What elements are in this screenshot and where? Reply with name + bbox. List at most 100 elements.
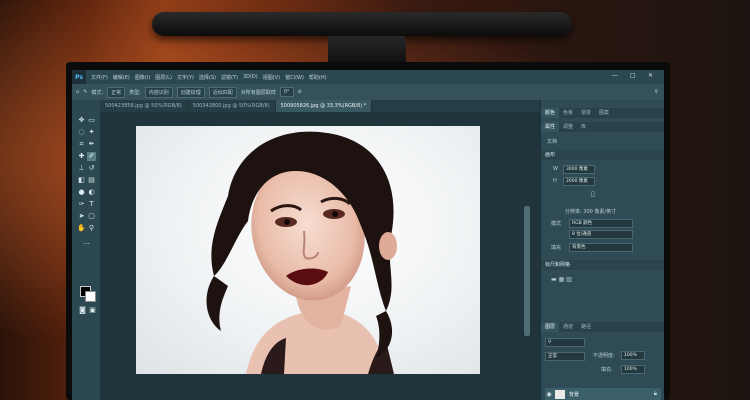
quick-mask-icon[interactable]: ◙ xyxy=(78,306,87,315)
maximize-icon[interactable]: □ xyxy=(630,72,636,79)
zoom-icon[interactable]: ⚲ xyxy=(87,224,96,233)
gradient-icon[interactable]: ▤ xyxy=(87,176,96,185)
tab-properties[interactable]: 属性 xyxy=(541,122,560,132)
fill-opacity-field[interactable]: 100% xyxy=(621,365,645,374)
tab-libraries[interactable]: 库 xyxy=(577,122,590,132)
portrait-image xyxy=(206,131,397,374)
menu-image[interactable]: 图像(I) xyxy=(135,74,150,81)
menu-file[interactable]: 文件(F) xyxy=(91,74,108,81)
brush-icon[interactable]: ✐ xyxy=(87,152,96,161)
menu-filter[interactable]: 滤镜(T) xyxy=(221,74,238,81)
sample-all-checkbox[interactable]: 对所有图层取样 xyxy=(241,89,276,96)
marquee-icon[interactable]: ▭ xyxy=(87,116,96,125)
patch-tool-icon[interactable]: ✎ xyxy=(83,89,87,95)
tab-paths[interactable]: 路径 xyxy=(577,322,595,332)
height-label: H xyxy=(553,178,557,184)
rulers-grids-section-header[interactable]: 标尺和网格 xyxy=(541,260,664,270)
eye-icon[interactable]: ◉ xyxy=(545,391,553,398)
tab-patterns[interactable]: 图案 xyxy=(595,108,613,118)
tab-document-1[interactable]: 500423858.jpg @ 50%(RGB/8) xyxy=(100,100,188,112)
eyedropper-icon[interactable]: ✒ xyxy=(87,140,96,149)
right-panels: 颜色 色板 渐变 图案 属性 调整 库 文档 画布 W 3000 像素 H 20… xyxy=(540,100,664,400)
tab-document-3[interactable]: 500905826.jpg @ 33.3%(RGB/8) * xyxy=(275,100,373,112)
document-tabs: 500423858.jpg @ 50%(RGB/8) 500342800.jpg… xyxy=(100,100,540,112)
photoshop-screen: Ps 文件(F) 编辑(E) 图像(I) 图层(L) 文字(Y) 选择(S) 滤… xyxy=(72,70,664,400)
menu-select[interactable]: 选择(S) xyxy=(199,74,216,81)
type-label: 类型: xyxy=(129,89,141,96)
lock-icon: 🔒︎ xyxy=(653,390,657,397)
type-icon[interactable]: T xyxy=(87,200,96,209)
document-label: 文档 xyxy=(547,139,558,145)
lasso-icon[interactable]: ◌ xyxy=(77,128,86,137)
fill-select[interactable]: 背景色 xyxy=(569,243,633,252)
pressure-icon[interactable]: ⊘ xyxy=(298,89,302,95)
minimize-icon[interactable]: — xyxy=(612,72,618,79)
menu-3d[interactable]: 3D(D) xyxy=(243,74,258,80)
resolution-text: 分辨率: 300 像素/英寸 xyxy=(565,209,617,215)
layer-name: 背景 xyxy=(569,391,580,398)
menu-layer[interactable]: 图层(L) xyxy=(155,74,172,81)
tab-color[interactable]: 颜色 xyxy=(541,108,560,118)
canvas-scrollbar[interactable] xyxy=(524,206,530,336)
width-field[interactable]: 3000 像素 xyxy=(563,165,595,174)
screen-mode-icon[interactable]: ▣ xyxy=(88,306,97,315)
menu-view[interactable]: 视图(V) xyxy=(263,74,280,81)
mode-select[interactable]: RGB 颜色 xyxy=(569,219,633,228)
crop-icon[interactable]: ⌗ xyxy=(77,140,86,149)
tab-swatches[interactable]: 色板 xyxy=(559,108,577,118)
mode-label: 模式 xyxy=(551,221,562,227)
tab-document-2[interactable]: 500342800.jpg @ 50%(RGB/8) xyxy=(188,100,276,112)
hand-icon[interactable]: ✋ xyxy=(77,224,86,233)
menu-edit[interactable]: 编辑(E) xyxy=(113,74,130,81)
layer-row[interactable]: ◉ 背景 🔒︎ xyxy=(545,388,661,400)
home-icon[interactable]: ⌂ xyxy=(76,89,79,95)
more-icon[interactable]: … xyxy=(82,238,91,247)
content-aware-button[interactable]: 内容识别 xyxy=(144,86,173,98)
ruler-icon[interactable]: ▬ ▦ ▥ xyxy=(551,276,572,283)
mode-select[interactable]: 正常 xyxy=(107,86,126,98)
tools-panel: ✥ ▭ ◌ ✦ ⌗ ✒ ✚ ✐ ⊥ ↺ ◧ ▤ ● ◐ ✑ T ➤ ▢ ✋ ⚲ … xyxy=(72,100,100,400)
tab-adjustments[interactable]: 调整 xyxy=(559,122,577,132)
close-icon[interactable]: ✕ xyxy=(648,72,653,79)
healing-icon[interactable]: ✚ xyxy=(77,152,86,161)
mode-label: 模式: xyxy=(91,89,104,96)
color-panel-tabs: 颜色 色板 渐变 图案 xyxy=(541,108,664,118)
layer-filter-select[interactable]: ⚲ xyxy=(545,338,585,347)
opacity-field[interactable]: 100% xyxy=(621,351,645,360)
angle-field[interactable]: 0° xyxy=(279,87,294,97)
monitor-light-bar xyxy=(152,12,572,36)
menu-bar: Ps 文件(F) 编辑(E) 图像(I) 图层(L) 文字(Y) 选择(S) 滤… xyxy=(72,70,664,84)
create-texture-button[interactable]: 创建纹理 xyxy=(176,86,205,98)
blur-icon[interactable]: ● xyxy=(77,188,86,197)
stamp-icon[interactable]: ⊥ xyxy=(77,164,86,173)
path-select-icon[interactable]: ➤ xyxy=(77,212,86,221)
menu-type[interactable]: 文字(Y) xyxy=(177,74,194,81)
properties-panel-tabs: 属性 调整 库 xyxy=(541,122,664,132)
blend-mode-select[interactable]: 正常 xyxy=(545,352,585,361)
fill-label: 填充 xyxy=(551,245,562,251)
bit-depth-select[interactable]: 8 位/通道 xyxy=(569,230,633,239)
options-bar: ⌂ ✎ 模式: 正常 类型: 内容识别 创建纹理 近似匹配 对所有图层取样 0°… xyxy=(72,84,664,100)
search-icon[interactable]: ⚲ xyxy=(654,89,658,95)
opacity-label: 不透明度: xyxy=(593,353,615,359)
move-icon[interactable]: ✥ xyxy=(77,116,86,125)
orientation-icon[interactable]: ▯ xyxy=(591,190,595,198)
canvas-photo[interactable] xyxy=(136,126,480,374)
tab-layers[interactable]: 图层 xyxy=(541,322,560,332)
menu-window[interactable]: 窗口(W) xyxy=(285,74,304,81)
height-field[interactable]: 2000 像素 xyxy=(563,177,595,186)
tab-gradients[interactable]: 渐变 xyxy=(577,108,595,118)
proximity-match-button[interactable]: 近似匹配 xyxy=(208,86,237,98)
tab-channels[interactable]: 通道 xyxy=(559,322,577,332)
fill-opacity-label: 填充: xyxy=(601,367,613,373)
shape-icon[interactable]: ▢ xyxy=(87,212,96,221)
pen-icon[interactable]: ✑ xyxy=(77,200,86,209)
canvas-section-header[interactable]: 画布 xyxy=(541,150,664,160)
eraser-icon[interactable]: ◧ xyxy=(77,176,86,185)
background-color-swatch[interactable] xyxy=(85,291,96,302)
menu-help[interactable]: 帮助(H) xyxy=(309,74,327,81)
dodge-icon[interactable]: ◐ xyxy=(87,188,96,197)
layers-panel-tabs: 图层 通道 路径 xyxy=(541,322,664,332)
quick-select-icon[interactable]: ✦ xyxy=(87,128,96,137)
history-brush-icon[interactable]: ↺ xyxy=(87,164,96,173)
